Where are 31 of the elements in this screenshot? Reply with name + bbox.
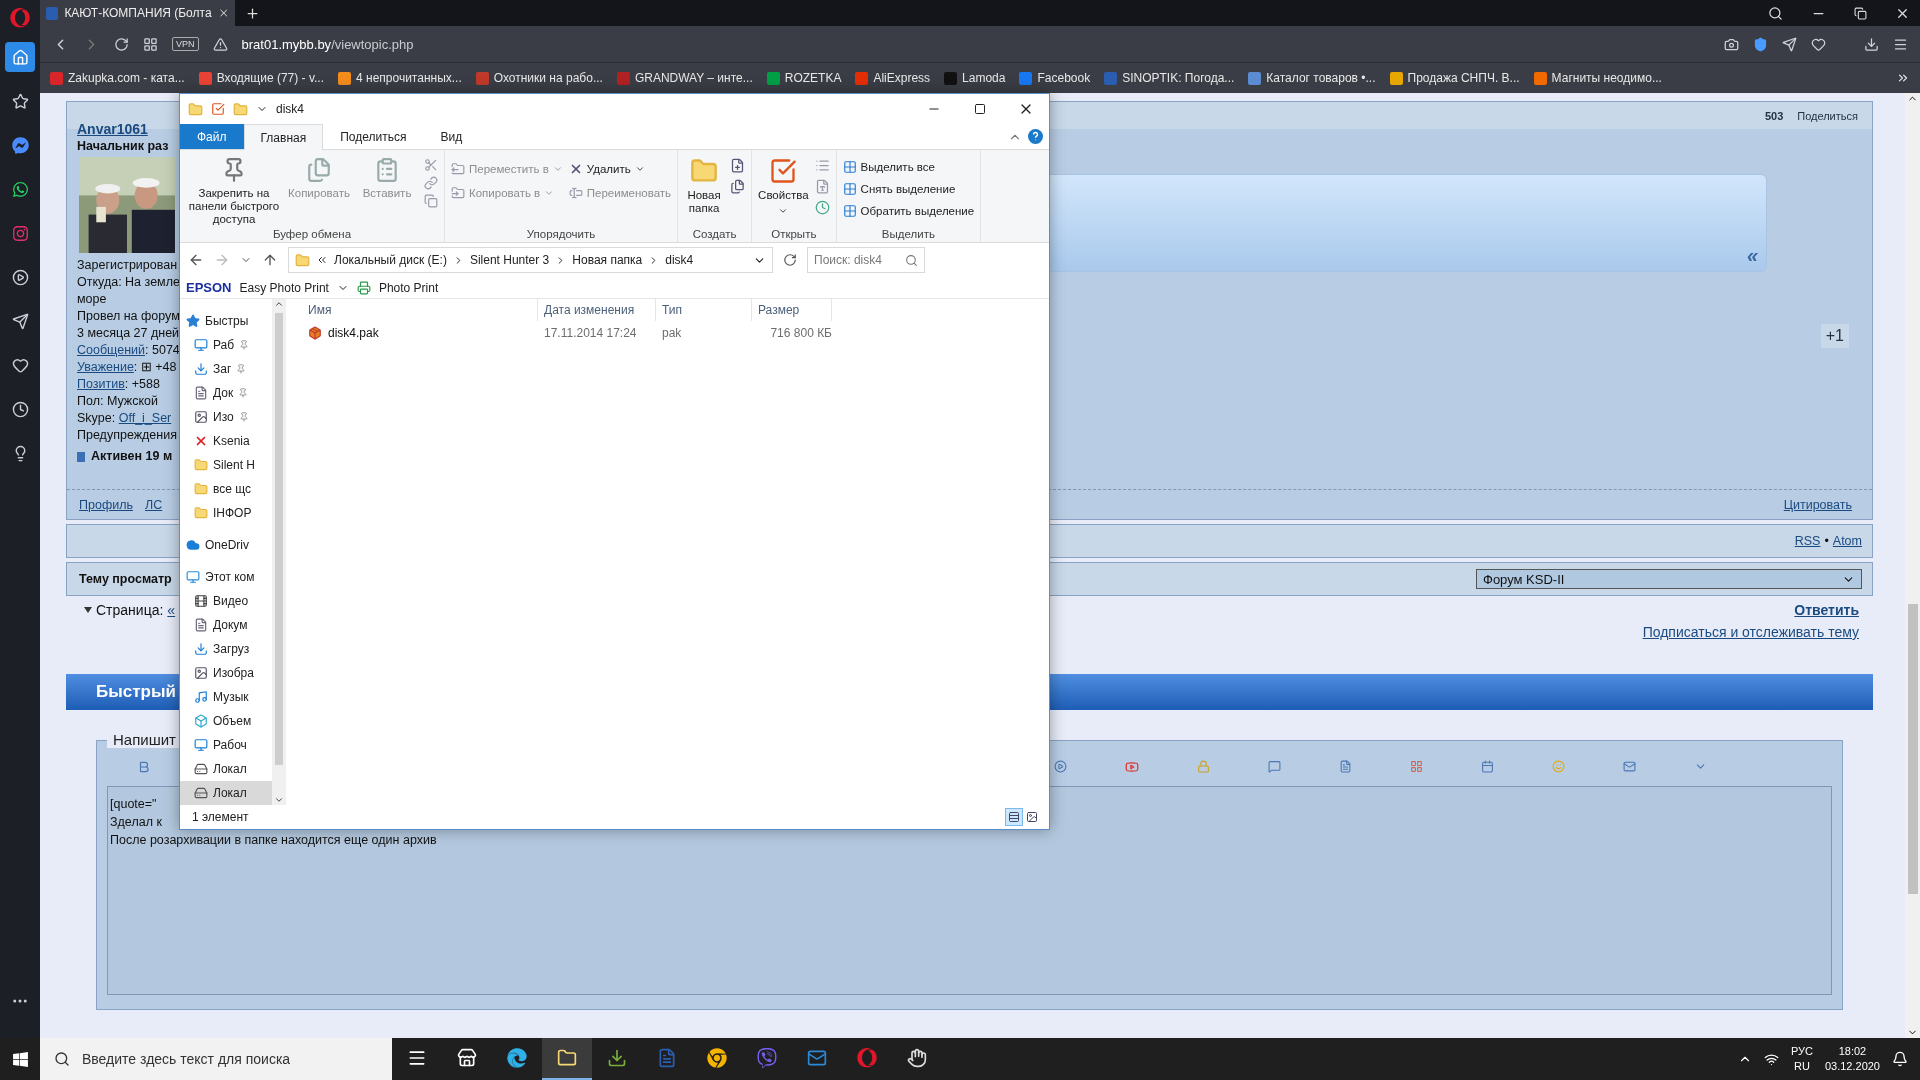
group-label: Создать xyxy=(691,228,738,240)
profile-detail: Зарегистрирован xyxy=(77,257,179,274)
post-number: 503 xyxy=(1764,109,1784,122)
profile-detail: Позитив: +588 xyxy=(77,376,161,393)
table-cell-text: pak xyxy=(661,326,683,340)
group-label: Буфер обмена xyxy=(271,228,353,240)
table-cell: disk4.pak xyxy=(302,326,538,340)
separator-dot: • xyxy=(1824,534,1829,548)
pagination-label: Страница: xyxy=(96,602,164,618)
profile-detail: Уважение: ⊞ +48 xyxy=(77,359,178,376)
group-label: Открыть xyxy=(770,228,818,240)
profile-detail: Пол: Мужской xyxy=(77,393,159,410)
quick-reply-title: Быстрый xyxy=(96,682,176,702)
activity-status: Активен 19 м xyxy=(91,448,173,465)
profile-detail: 3 месяца 27 дней xyxy=(77,325,179,342)
group-label: Упорядочить xyxy=(525,228,597,240)
quote-mark: « xyxy=(1746,244,1758,267)
status-text: 1 элемент xyxy=(192,810,249,824)
profile-detail: Сообщений: 5074 xyxy=(77,342,179,359)
profile-detail: Откуда: На земле xyxy=(77,274,179,291)
author-rank: Начальник раз xyxy=(77,138,170,155)
group-label: Выделить xyxy=(880,228,936,240)
profile-detail: Провел на форум xyxy=(77,308,179,325)
window-title: disk4 xyxy=(276,102,304,116)
brand-logo: EPSON xyxy=(186,280,232,295)
profile-detail: Skype: Off_i_Ser xyxy=(77,410,173,427)
profile-detail: море xyxy=(77,291,108,308)
table-cell-text: 716 800 КБ xyxy=(769,326,832,340)
profile-detail: Предупреждения xyxy=(77,427,178,444)
table-cell-text: 17.11.2014 17:24 xyxy=(543,326,638,340)
viewers-label: Тему просматр xyxy=(79,572,172,586)
